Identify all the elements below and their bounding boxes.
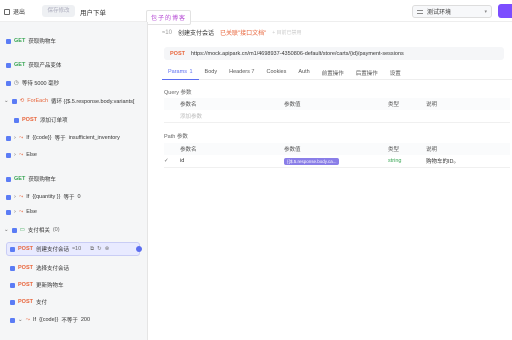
- step-checkbox[interactable]: [10, 317, 15, 323]
- tab-params[interactable]: Params 1: [162, 66, 199, 80]
- step-item[interactable]: ⌄ ▭ 支付相关 (0): [4, 224, 60, 236]
- env-icon: [417, 9, 423, 14]
- step-item[interactable]: ⌄ ⟲ ForEach 循环 {{$.5.response.body.varia…: [4, 95, 134, 107]
- step-item[interactable]: › ⤳ If {{code}} 等于 insufficient_inventor…: [6, 132, 120, 144]
- checkbox-icon[interactable]: ✓: [164, 158, 180, 164]
- url-bar[interactable]: POST https://mock.apipark.cn/m1/4698937-…: [164, 47, 504, 60]
- step-checkbox[interactable]: [6, 135, 11, 141]
- request-tabs: Params 1 Body Headers 7 Cookies Auth 前置操…: [162, 66, 512, 80]
- step-item[interactable]: GET 获取购物车: [6, 35, 56, 47]
- exit-icon: [4, 8, 10, 15]
- page-title: 用户下单: [80, 10, 106, 17]
- step-checkbox[interactable]: [6, 194, 11, 200]
- param-name[interactable]: id: [180, 158, 284, 164]
- step-item[interactable]: ⌄ ⤳ If {{code}} 不等于 200: [10, 314, 90, 326]
- exit-button[interactable]: 退出: [4, 7, 25, 16]
- step-item[interactable]: GET 获取产品变体: [6, 59, 61, 71]
- method-badge[interactable]: POST: [170, 51, 185, 57]
- copy-icon[interactable]: ⧉: [90, 246, 94, 253]
- tab-post-actions[interactable]: 后置操作: [350, 66, 384, 80]
- chevron-down-icon[interactable]: ⌄: [4, 227, 9, 233]
- param-value[interactable]: {{$.5.response.body.ca...: [284, 157, 340, 165]
- path-section-label: Path 参数: [164, 134, 188, 140]
- chevron-down-icon[interactable]: ⌄: [4, 98, 9, 104]
- linked-doc-link[interactable]: 已关联"接口文档": [220, 28, 266, 37]
- exit-label: 退出: [13, 10, 26, 16]
- branch-icon: ⤳: [18, 134, 24, 141]
- step-item[interactable]: POST 支付: [10, 296, 47, 308]
- refresh-icon[interactable]: ↻: [97, 246, 102, 253]
- step-checkbox[interactable]: [10, 246, 15, 252]
- folder-icon: ▭: [19, 227, 25, 233]
- step-checkbox[interactable]: [6, 176, 11, 182]
- delete-icon[interactable]: ⊗: [105, 246, 110, 253]
- environment-select[interactable]: 测试环境 ▾: [412, 5, 492, 18]
- step-checkbox[interactable]: [11, 98, 17, 104]
- param-type[interactable]: string: [388, 158, 426, 164]
- branch-icon: ⤳: [25, 316, 31, 323]
- loop-icon: ⟲: [19, 98, 25, 104]
- chevron-right-icon[interactable]: ›: [14, 194, 16, 200]
- tab-cookies[interactable]: Cookies: [260, 66, 292, 80]
- add-param-input[interactable]: 添加参数: [180, 112, 284, 120]
- tab-settings[interactable]: 设置: [384, 66, 407, 80]
- add-step-icon[interactable]: [136, 246, 142, 252]
- top-bar: 退出 保存修改 用户下单 包子的博客 测试环境 ▾: [0, 0, 512, 25]
- chevron-right-icon[interactable]: ›: [14, 209, 16, 215]
- query-section-label: Query 参数: [164, 90, 192, 96]
- param-description[interactable]: 购物车的ID。: [426, 157, 510, 165]
- save-button[interactable]: 保存修改: [42, 5, 75, 17]
- run-button[interactable]: [498, 4, 512, 18]
- table-row[interactable]: ✓ id {{$.5.response.body.ca... string 购物…: [164, 155, 510, 168]
- step-checkbox[interactable]: [6, 80, 11, 86]
- branch-icon: ⤳: [18, 208, 24, 215]
- branch-icon: ⤳: [18, 193, 24, 200]
- step-checkbox[interactable]: [10, 265, 15, 271]
- table-row: 添加参数: [164, 110, 510, 123]
- step-item[interactable]: ◷ 等待 5000 毫秒: [6, 77, 59, 89]
- step-checkbox[interactable]: [10, 299, 15, 305]
- step-item[interactable]: POST 选择支付会话: [10, 262, 69, 274]
- step-item[interactable]: › ⤳ If {{quantity }} 等于 0: [6, 191, 81, 203]
- disabled-status: + 目前已禁用: [272, 30, 302, 36]
- tab-pre-actions[interactable]: 前置操作: [316, 66, 350, 80]
- step-item[interactable]: › ⤳ Else: [6, 206, 37, 218]
- chevron-right-icon[interactable]: ›: [14, 135, 16, 141]
- step-checkbox[interactable]: [14, 117, 19, 123]
- clock-icon: ◷: [14, 80, 19, 86]
- tab-auth[interactable]: Auth: [292, 66, 315, 80]
- table-header: 参数名 参数值 类型 说明: [164, 98, 510, 110]
- branch-icon: ⤳: [18, 151, 24, 158]
- chevron-right-icon[interactable]: ›: [14, 152, 16, 158]
- step-checkbox[interactable]: [6, 38, 11, 44]
- request-header: ≈10 创建支付会话 已关联"接口文档" + 目前已禁用: [162, 28, 302, 38]
- step-checkbox[interactable]: [6, 209, 11, 215]
- environment-label: 测试环境: [427, 10, 452, 16]
- step-checkbox[interactable]: [6, 152, 11, 158]
- step-tree: GET 获取购物车 GET 获取产品变体 ◷ 等待 5000 毫秒 ⌄ ⟲ Fo…: [0, 22, 148, 340]
- step-item[interactable]: › ⤳ Else: [6, 149, 37, 161]
- step-checkbox[interactable]: [10, 282, 15, 288]
- step-item[interactable]: POST 更新购物车: [10, 279, 64, 291]
- tab-body[interactable]: Body: [199, 66, 224, 80]
- request-panel: ≈10 创建支付会话 已关联"接口文档" + 目前已禁用 POST https:…: [158, 22, 512, 340]
- step-item-selected[interactable]: POST 创建支付会话 ≈10 ⧉ ↻ ⊗: [10, 243, 109, 255]
- path-params-table: 参数名 参数值 类型 说明 ✓ id {{$.5.response.body.c…: [164, 143, 510, 168]
- step-item[interactable]: POST 添加订单项: [14, 114, 68, 126]
- query-params-table: 参数名 参数值 类型 说明 添加参数: [164, 98, 510, 123]
- chevron-down-icon: ▾: [484, 8, 487, 15]
- request-name[interactable]: 创建支付会话: [178, 28, 214, 37]
- url-input[interactable]: https://mock.apipark.cn/m1/4698937-43508…: [191, 51, 404, 57]
- tab-headers[interactable]: Headers 7: [223, 66, 260, 80]
- step-item[interactable]: GET 获取购物车: [6, 173, 56, 185]
- table-header: 参数名 参数值 类型 说明: [164, 143, 510, 155]
- chevron-down-icon[interactable]: ⌄: [18, 317, 23, 323]
- step-checkbox[interactable]: [6, 62, 11, 68]
- step-checkbox[interactable]: [11, 227, 17, 233]
